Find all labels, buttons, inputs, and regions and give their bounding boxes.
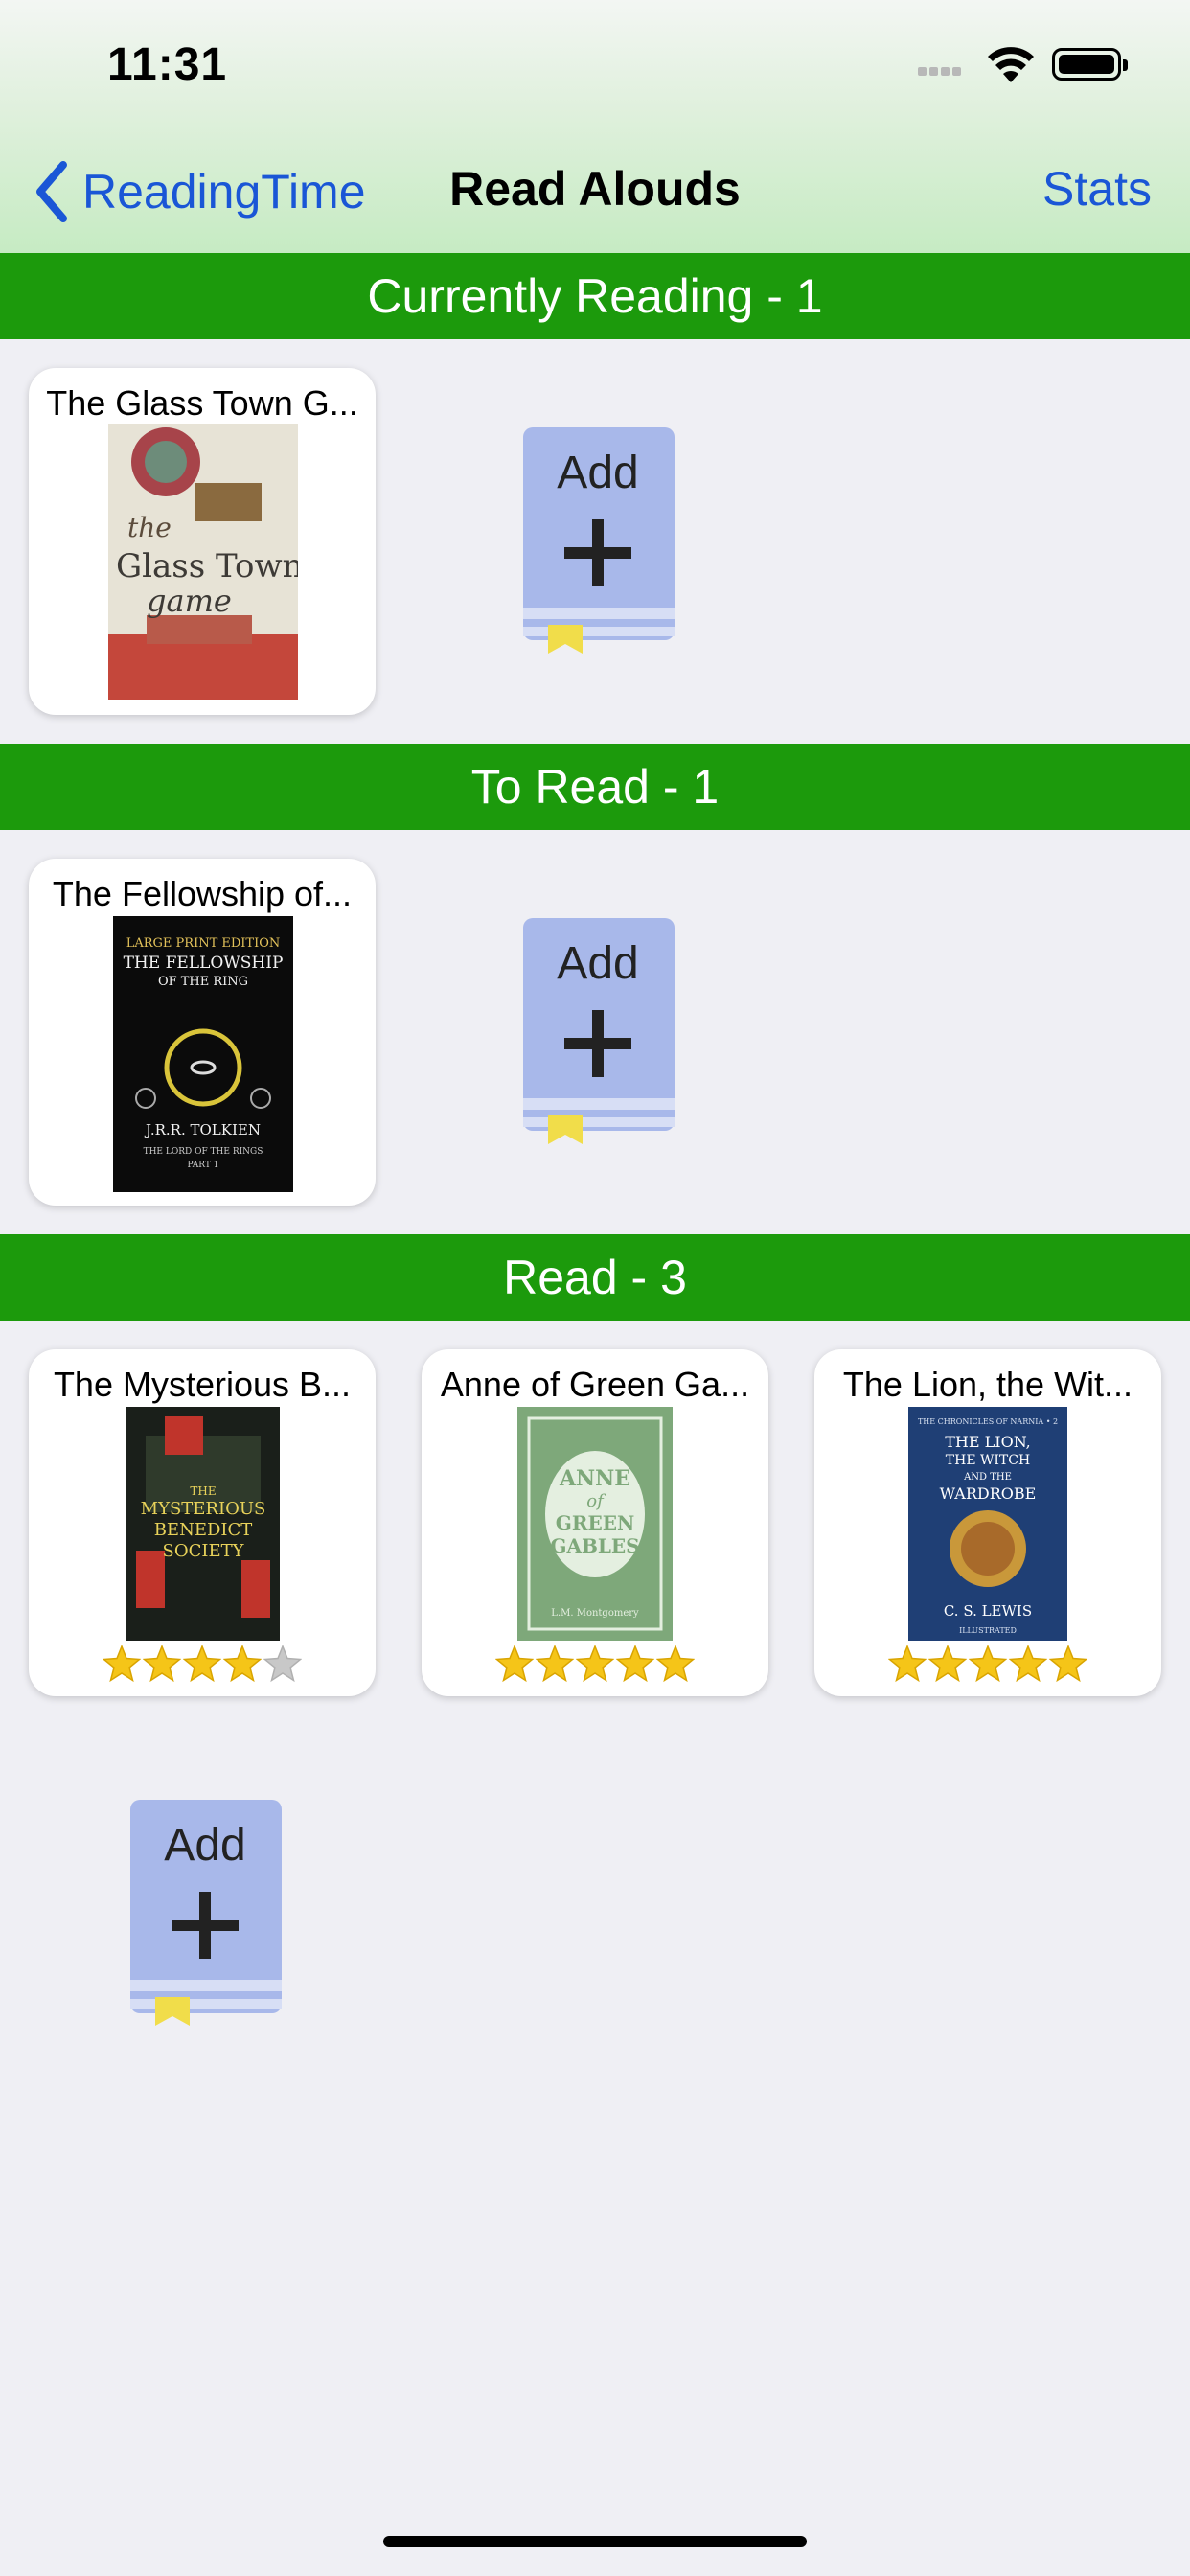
star-filled-icon bbox=[616, 1644, 654, 1683]
svg-text:OF THE RING: OF THE RING bbox=[158, 975, 248, 989]
section-header-currently-reading: Currently Reading - 1 bbox=[0, 253, 1190, 339]
book-title: Anne of Green Ga... bbox=[440, 1365, 750, 1404]
cellular-signal-icon bbox=[918, 63, 964, 80]
svg-text:the: the bbox=[127, 512, 172, 543]
book-card-lion-witch-wardrobe[interactable]: The Lion, the Wit... THE CHRONICLES OF N… bbox=[814, 1349, 1161, 1696]
star-filled-icon bbox=[103, 1644, 141, 1683]
svg-text:SOCIETY: SOCIETY bbox=[163, 1541, 245, 1561]
star-filled-icon bbox=[223, 1644, 262, 1683]
page-title: Read Alouds bbox=[449, 162, 741, 216]
svg-text:THE: THE bbox=[190, 1484, 216, 1498]
svg-text:BENEDICT: BENEDICT bbox=[154, 1520, 253, 1540]
star-filled-icon bbox=[143, 1644, 181, 1683]
svg-text:game: game bbox=[147, 583, 232, 619]
star-rating bbox=[29, 1644, 376, 1683]
add-book-button-currently-reading[interactable]: Add bbox=[519, 427, 676, 654]
book-cover-image: LARGE PRINT EDITION THE FELLOWSHIP OF TH… bbox=[113, 916, 293, 1192]
book-cover-image: ANNE of GREEN GABLES L.M. Montgomery bbox=[517, 1407, 673, 1641]
svg-text:Glass Town: Glass Town bbox=[116, 547, 298, 586]
section-header-read: Read - 3 bbox=[0, 1234, 1190, 1321]
book-card-fellowship[interactable]: The Fellowship of... LARGE PRINT EDITION… bbox=[29, 859, 376, 1206]
book-title: The Lion, the Wit... bbox=[842, 1365, 1133, 1404]
svg-text:PART 1: PART 1 bbox=[188, 1161, 219, 1170]
home-indicator[interactable] bbox=[383, 2536, 807, 2547]
battery-icon bbox=[1052, 48, 1128, 80]
svg-text:AND THE: AND THE bbox=[963, 1472, 1012, 1483]
svg-text:ILLUSTRATED: ILLUSTRATED bbox=[959, 1626, 1017, 1635]
svg-text:GREEN: GREEN bbox=[556, 1511, 634, 1534]
svg-text:C. S. LEWIS: C. S. LEWIS bbox=[944, 1602, 1032, 1620]
star-filled-icon bbox=[888, 1644, 927, 1683]
section-header-to-read: To Read - 1 bbox=[0, 744, 1190, 830]
star-filled-icon bbox=[969, 1644, 1007, 1683]
star-filled-icon bbox=[1049, 1644, 1087, 1683]
star-rating bbox=[814, 1644, 1161, 1683]
book-cover-image: THE MYSTERIOUS BENEDICT SOCIETY bbox=[126, 1407, 280, 1641]
book-cover-image: THE CHRONICLES OF NARNIA • 2 THE LION, T… bbox=[908, 1407, 1067, 1641]
star-filled-icon bbox=[495, 1644, 534, 1683]
status-time: 11:31 bbox=[107, 39, 228, 90]
wifi-icon bbox=[988, 47, 1034, 82]
book-title: The Glass Town G... bbox=[46, 383, 358, 423]
svg-text:L.M. Montgomery: L.M. Montgomery bbox=[551, 1608, 639, 1619]
svg-text:THE LION,: THE LION, bbox=[945, 1433, 1031, 1451]
svg-text:WARDROBE: WARDROBE bbox=[940, 1484, 1037, 1503]
star-filled-icon bbox=[1009, 1644, 1047, 1683]
book-card-anne-green-gables[interactable]: Anne of Green Ga... ANNE of GREEN GABLES… bbox=[422, 1349, 768, 1696]
star-filled-icon bbox=[656, 1644, 695, 1683]
add-label: Add bbox=[557, 938, 639, 989]
book-title: The Mysterious B... bbox=[53, 1365, 352, 1404]
book-title: The Fellowship of... bbox=[52, 874, 353, 913]
svg-text:THE LORD OF THE RINGS: THE LORD OF THE RINGS bbox=[144, 1147, 263, 1157]
book-cover-image: the Glass Town game bbox=[108, 424, 298, 700]
star-empty-icon bbox=[263, 1644, 302, 1683]
star-rating bbox=[422, 1644, 768, 1683]
star-filled-icon bbox=[576, 1644, 614, 1683]
svg-text:GABLES: GABLES bbox=[550, 1534, 639, 1557]
svg-text:MYSTERIOUS: MYSTERIOUS bbox=[141, 1499, 266, 1519]
svg-text:ANNE: ANNE bbox=[559, 1466, 630, 1491]
svg-text:THE FELLOWSHIP: THE FELLOWSHIP bbox=[124, 954, 284, 973]
book-card-glass-town[interactable]: The Glass Town G... the Glass Town game bbox=[29, 368, 376, 715]
book-card-mysterious-benedict[interactable]: The Mysterious B... THE MYSTERIOUS BENED… bbox=[29, 1349, 376, 1696]
add-book-button-to-read[interactable]: Add bbox=[519, 918, 676, 1144]
svg-text:THE CHRONICLES OF NARNIA • 2: THE CHRONICLES OF NARNIA • 2 bbox=[918, 1417, 1058, 1426]
svg-text:THE WITCH: THE WITCH bbox=[946, 1453, 1030, 1468]
star-filled-icon bbox=[183, 1644, 221, 1683]
add-book-button-read[interactable]: Add bbox=[126, 1800, 284, 2026]
star-filled-icon bbox=[536, 1644, 574, 1683]
svg-text:J.R.R. TOLKIEN: J.R.R. TOLKIEN bbox=[144, 1121, 261, 1138]
star-filled-icon bbox=[928, 1644, 967, 1683]
add-label: Add bbox=[164, 1820, 246, 1871]
stats-button[interactable]: Stats bbox=[1042, 161, 1152, 217]
nav-header: 11:31 ReadingTime Read Alouds Stats bbox=[0, 0, 1190, 253]
svg-text:LARGE PRINT EDITION: LARGE PRINT EDITION bbox=[126, 936, 281, 951]
add-label: Add bbox=[557, 448, 639, 498]
